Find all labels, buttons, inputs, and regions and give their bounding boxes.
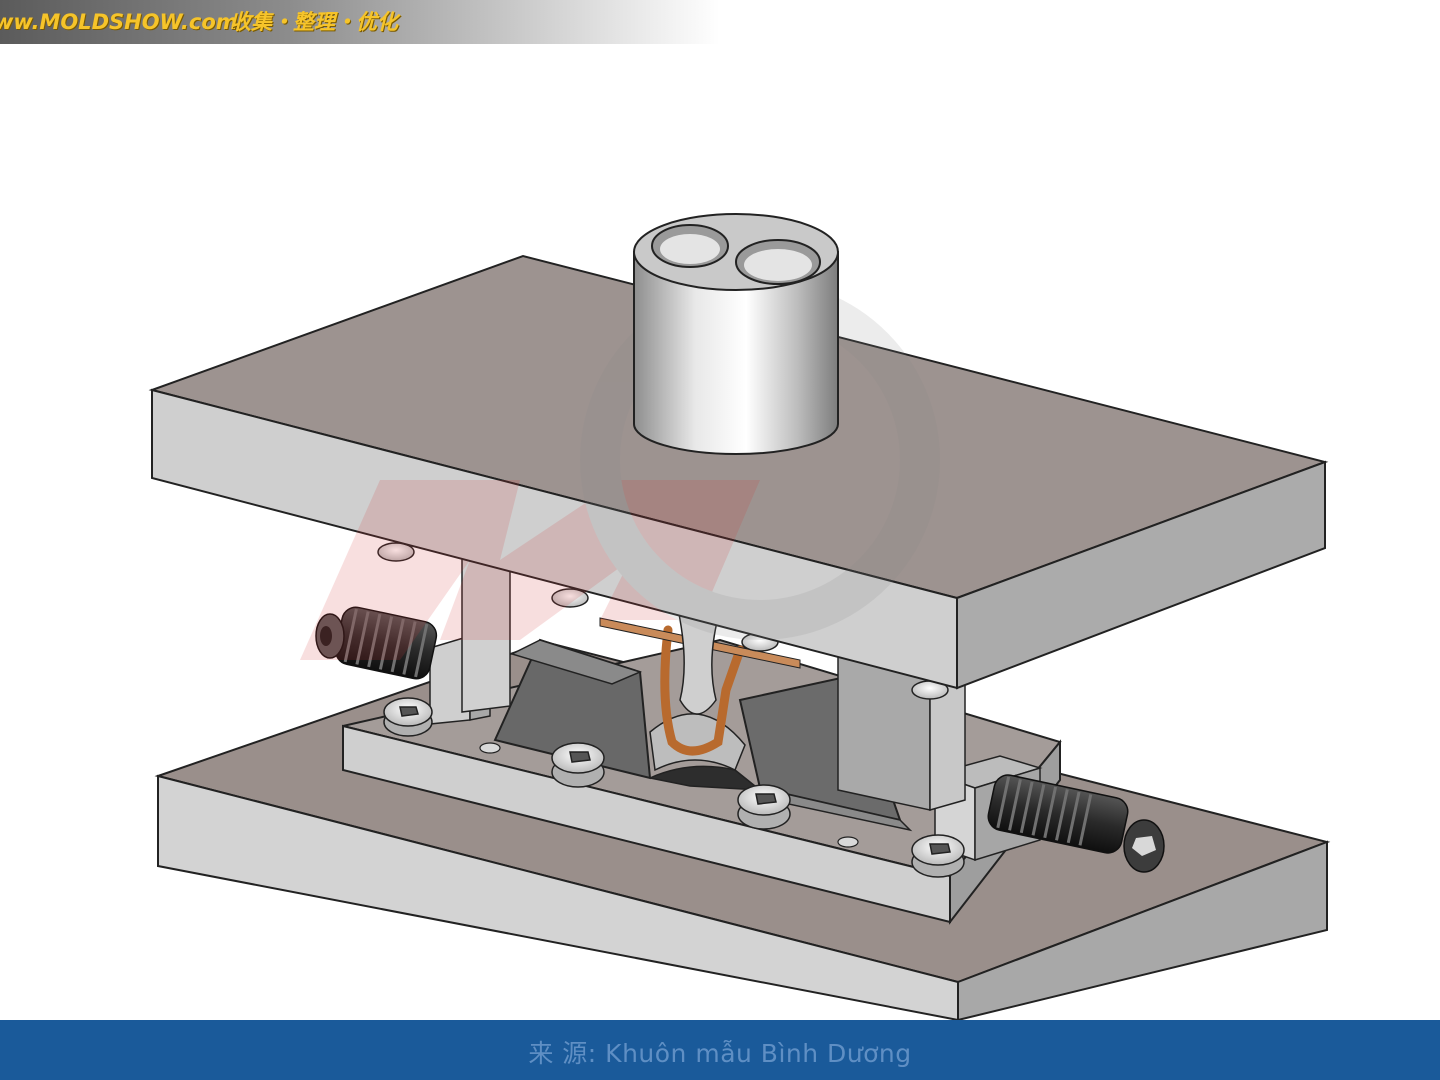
mold-assembly-illustration	[148, 213, 1331, 1020]
caption-bar: 来 源: Khuôn mẫu Bình Dương	[0, 1020, 1440, 1080]
banner-slogan-text: 收集・整理・优化	[230, 10, 398, 34]
shank-cylinder	[633, 213, 839, 455]
source-label: 来 源:	[528, 1039, 597, 1068]
banner-site-text: ww.MOLDSHOW.com	[0, 10, 238, 34]
top-banner: ww.MOLDSHOW.com 收集・整理・优化	[0, 0, 720, 44]
source-caption: 来 源: Khuôn mẫu Bình Dương	[0, 1034, 1440, 1070]
source-name: Khuôn mẫu Bình Dương	[605, 1039, 912, 1068]
